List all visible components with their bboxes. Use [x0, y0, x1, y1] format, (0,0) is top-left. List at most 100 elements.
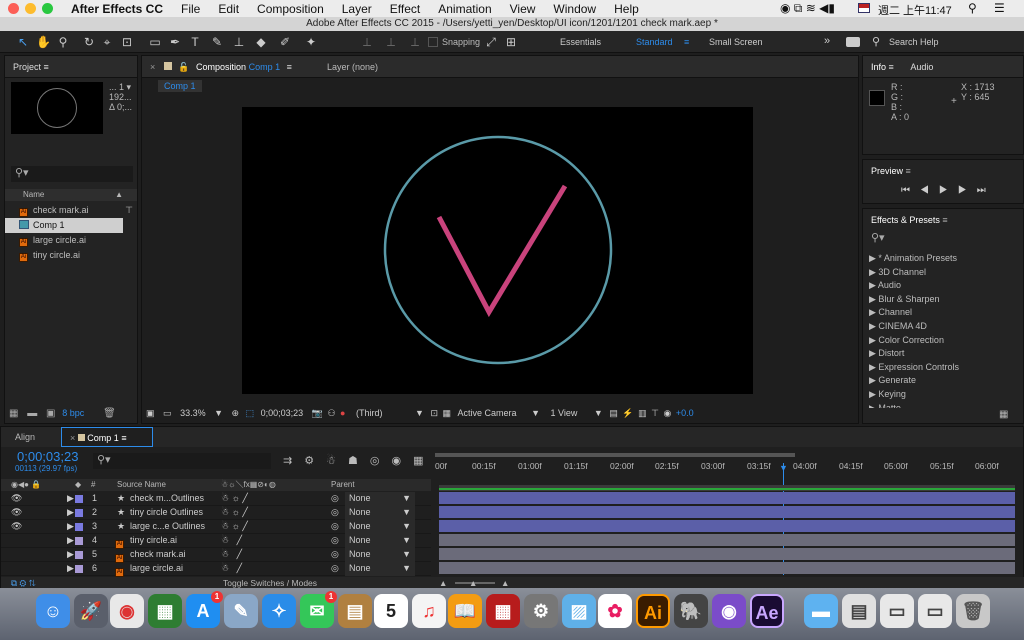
- photos-icon[interactable]: ✿: [598, 594, 632, 628]
- snapshot-icon[interactable]: 📷: [312, 408, 323, 418]
- parent-select[interactable]: None ▼: [345, 492, 415, 506]
- video-visible-icon[interactable]: 👁: [11, 492, 22, 506]
- effect-category[interactable]: ▶ Blur & Sharpen: [863, 293, 1023, 307]
- composition-viewer[interactable]: [242, 107, 753, 394]
- pickwhip-icon[interactable]: ◎: [331, 562, 339, 576]
- lock-icon[interactable]: 🔓: [178, 62, 189, 72]
- app-menu[interactable]: After Effects CC: [71, 2, 163, 16]
- layer-duration-bar[interactable]: [439, 562, 1015, 574]
- comp-flowchart-icon[interactable]: ⇉: [283, 455, 304, 467]
- itunes-icon[interactable]: ♫: [412, 594, 446, 628]
- menu-composition[interactable]: Composition: [257, 2, 324, 16]
- zoom-tool-icon[interactable]: ⚲: [56, 35, 70, 49]
- project-search-icon[interactable]: ⚲▾: [11, 166, 133, 182]
- menu-file[interactable]: File: [181, 2, 200, 16]
- column-header-name[interactable]: Name ▲: [5, 189, 137, 201]
- current-time[interactable]: 0;00;03;23: [261, 408, 304, 418]
- search-icon[interactable]: ⚲: [968, 1, 977, 15]
- parent-select[interactable]: None ▼: [345, 534, 415, 548]
- effect-category[interactable]: ▶ Audio: [863, 279, 1023, 293]
- close-tab-icon[interactable]: ×: [70, 433, 75, 443]
- selection-tool-icon[interactable]: ↖: [16, 35, 30, 49]
- source-name-header[interactable]: Source Name: [117, 479, 166, 491]
- preview-title[interactable]: Preview: [871, 166, 903, 176]
- flowchart-icon[interactable]: ⊤: [125, 203, 133, 218]
- timeline-timecode[interactable]: 0;00;03;23: [17, 449, 78, 464]
- camera-tool-icon[interactable]: ⌖: [100, 35, 114, 49]
- snapping-checkbox[interactable]: [428, 37, 438, 47]
- snap-grid-icon[interactable]: ⊞: [504, 35, 518, 49]
- contacts-icon[interactable]: ▤: [338, 594, 372, 628]
- pickwhip-icon[interactable]: ◎: [331, 506, 339, 520]
- views-select[interactable]: 1 View: [551, 408, 578, 418]
- video-visible-icon[interactable]: 👁: [11, 506, 22, 520]
- dropdown-icon[interactable]: ▼: [531, 408, 540, 418]
- parent-select[interactable]: None ▼: [345, 548, 415, 562]
- comp-breadcrumb[interactable]: Comp 1: [158, 80, 202, 92]
- time-ruler[interactable]: 00f 00:15f 01:00f 01:15f 02:00f 02:15f 0…: [435, 449, 1017, 479]
- next-frame-icon[interactable]: ▶: [958, 185, 977, 196]
- workspace-standard[interactable]: Standard: [636, 37, 673, 47]
- graph-icon[interactable]: ▦: [413, 455, 435, 467]
- label-icon[interactable]: ◆: [75, 479, 81, 491]
- prev-frame-icon[interactable]: ◀: [920, 185, 939, 196]
- system-preferences-icon[interactable]: ⚙: [524, 594, 558, 628]
- hand-tool-icon[interactable]: ✋: [36, 35, 51, 49]
- project-item-selected[interactable]: Comp 1: [5, 218, 123, 233]
- photo-booth-icon[interactable]: ▦: [486, 594, 520, 628]
- layer-switches-icon[interactable]: ☃ ☼ ╱: [221, 506, 248, 520]
- illustrator-icon[interactable]: Ai: [636, 594, 670, 628]
- sort-icon[interactable]: ▲: [115, 189, 123, 201]
- expand-icon[interactable]: ▶: [67, 492, 74, 506]
- documents-icon[interactable]: ▤: [842, 594, 876, 628]
- sync-icon[interactable]: [846, 37, 860, 47]
- pin-tool-icon[interactable]: ✦: [304, 35, 318, 49]
- layer-switches-icon[interactable]: ☃ ╱: [221, 548, 242, 562]
- roto-tool-icon[interactable]: ✐: [278, 35, 292, 49]
- axis-world-icon[interactable]: ⟂: [384, 35, 398, 49]
- exposure-value[interactable]: +0.0: [676, 408, 694, 418]
- dropdown-icon[interactable]: ▼: [415, 408, 424, 418]
- parent-select[interactable]: None ▼: [345, 520, 415, 534]
- timeline-icon[interactable]: ▥: [638, 408, 647, 418]
- layer-duration-bar[interactable]: [439, 534, 1015, 546]
- tab-comp[interactable]: × Comp 1 ≡: [61, 427, 153, 447]
- frame-blend-icon[interactable]: ☗: [348, 455, 370, 467]
- menu-view[interactable]: View: [510, 2, 536, 16]
- flowchart-icon[interactable]: ⊤: [651, 408, 659, 418]
- interpret-footage-icon[interactable]: ▦: [9, 408, 18, 419]
- effect-category[interactable]: ▶ Matte: [863, 402, 1023, 408]
- bit-depth[interactable]: 8 bpc: [62, 408, 84, 418]
- camera-select[interactable]: Active Camera: [458, 408, 517, 418]
- roi-icon[interactable]: ⊡: [430, 408, 438, 418]
- parent-select[interactable]: None ▼: [345, 562, 415, 576]
- pickwhip-icon[interactable]: ◎: [331, 492, 339, 506]
- layer-row[interactable]: ▶ 6 Ai large circle.ai ☃ ╱ ◎ None ▼: [1, 562, 431, 577]
- transparency-grid-icon[interactable]: ▦: [443, 408, 452, 418]
- zoom-select[interactable]: 33.3%: [180, 408, 206, 418]
- flag-icon[interactable]: [858, 3, 870, 13]
- effect-category[interactable]: ▶ Generate: [863, 374, 1023, 388]
- folder-icon[interactable]: ▬: [804, 594, 838, 628]
- after-effects-icon[interactable]: Ae: [750, 594, 784, 628]
- menu-window[interactable]: Window: [553, 2, 596, 16]
- grid-icon[interactable]: ⊕: [232, 408, 240, 418]
- expand-icon[interactable]: ▶: [67, 562, 74, 576]
- exposure-icon[interactable]: ◉: [663, 408, 671, 418]
- layer-duration-bar[interactable]: [439, 506, 1015, 518]
- monitor-icon[interactable]: ▭: [163, 408, 172, 418]
- region-icon[interactable]: ⬚: [246, 408, 255, 418]
- launchpad-icon[interactable]: 🚀: [74, 594, 108, 628]
- tab-audio[interactable]: Audio: [910, 62, 933, 72]
- effect-category[interactable]: ▶ Color Correction: [863, 334, 1023, 348]
- sequel-icon[interactable]: 🐘: [674, 594, 708, 628]
- tab-layer[interactable]: Layer (none): [327, 56, 378, 78]
- tab-align[interactable]: Align: [15, 427, 35, 447]
- clone-tool-icon[interactable]: ⊥: [232, 35, 246, 49]
- minimize-button[interactable]: [25, 3, 36, 14]
- shy-icon[interactable]: ☃: [326, 455, 348, 467]
- project-item[interactable]: Ai check mark.ai ⊤: [5, 203, 137, 218]
- clock[interactable]: 週二 上午11:47: [878, 2, 952, 18]
- first-frame-icon[interactable]: ⏮: [901, 185, 920, 196]
- work-area-bar[interactable]: [435, 453, 795, 457]
